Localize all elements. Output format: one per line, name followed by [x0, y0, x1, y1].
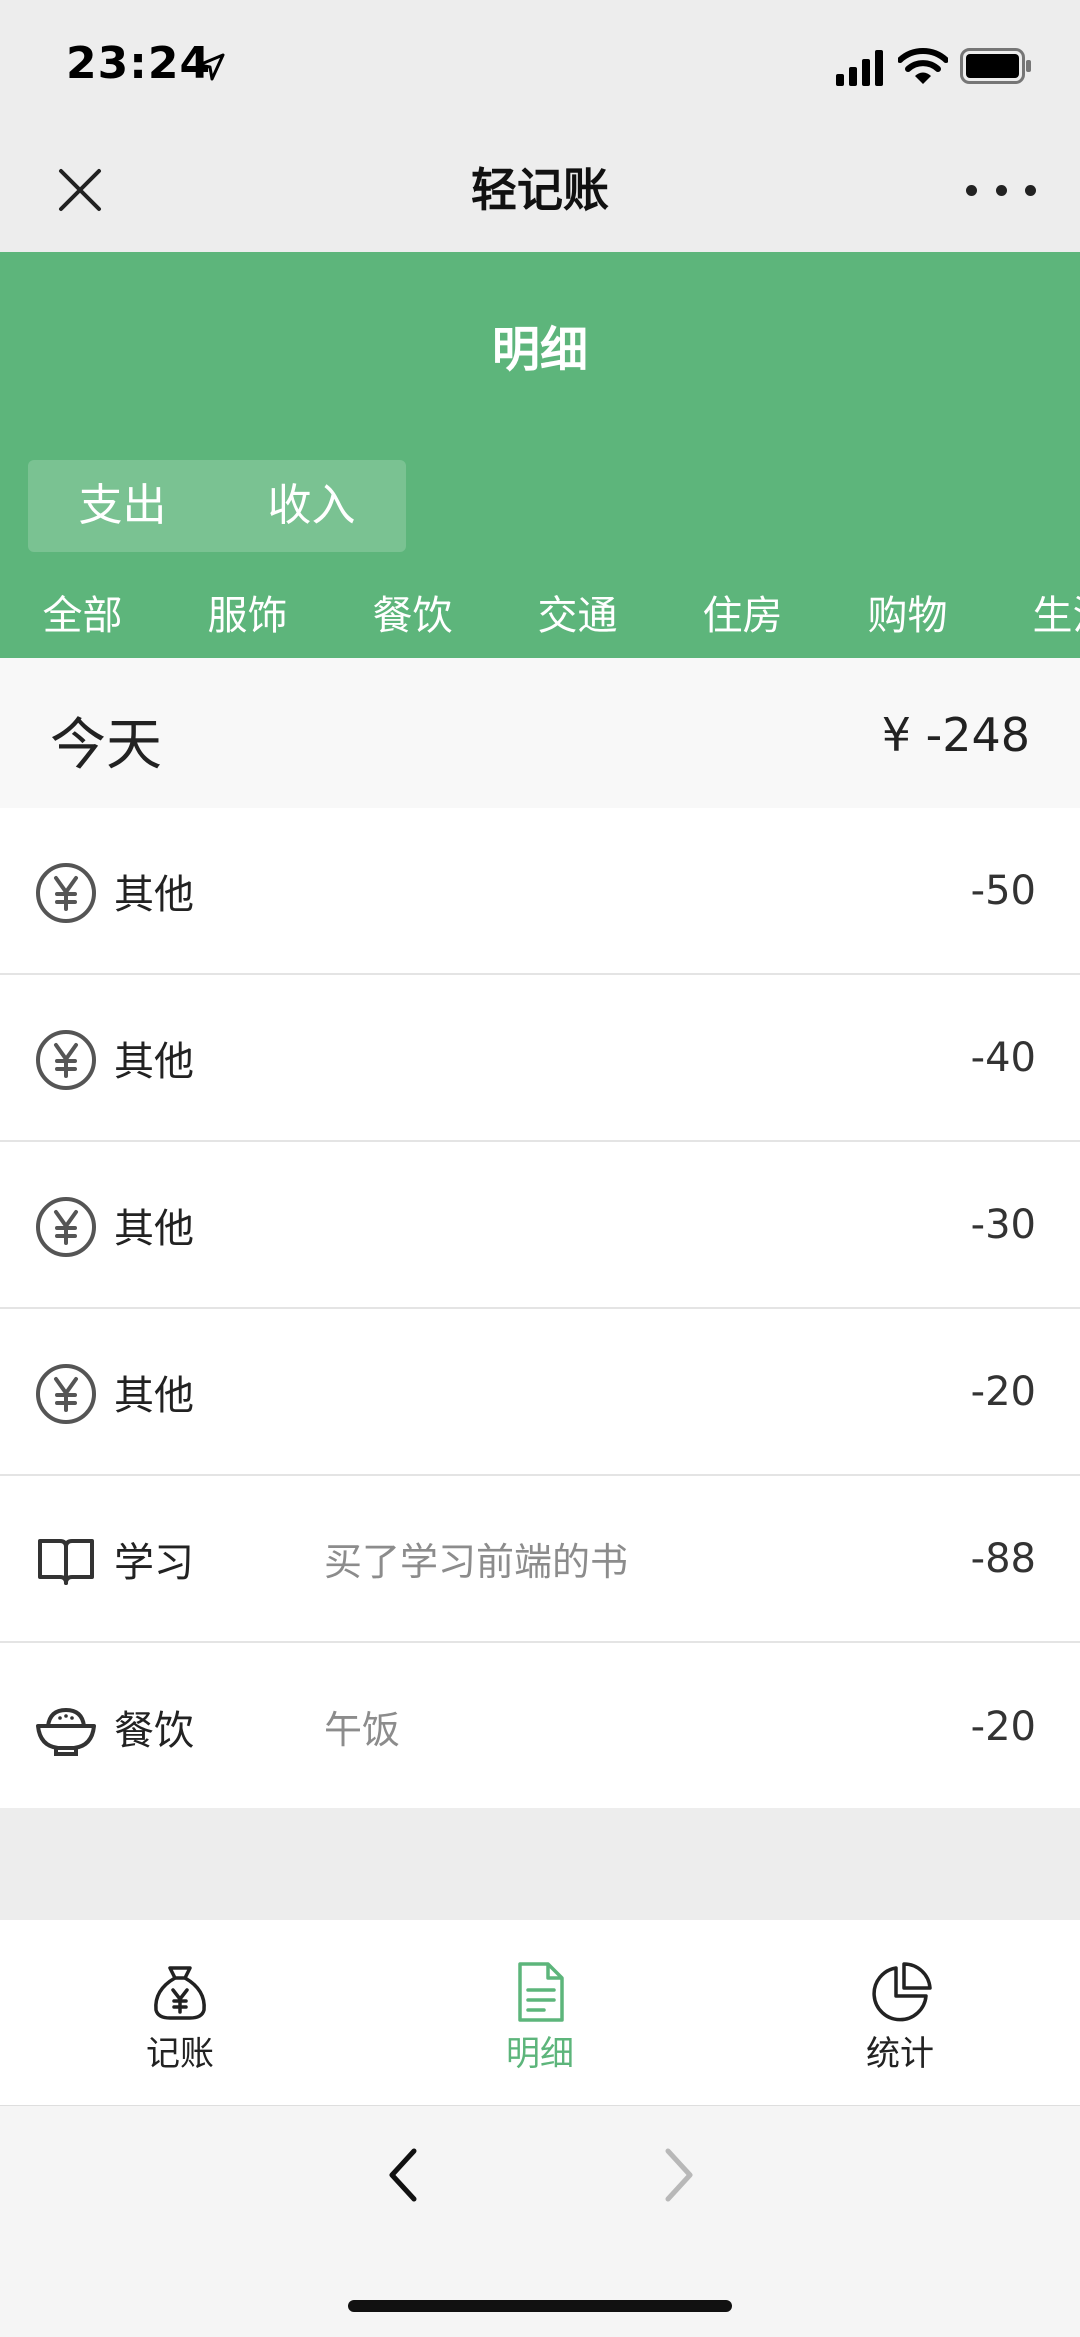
- record-category: 学习: [114, 1539, 194, 1586]
- record-category: 餐饮: [114, 1707, 194, 1754]
- record-amount: -30: [970, 1201, 1036, 1248]
- content-spacer: [0, 1808, 1080, 1920]
- list-item[interactable]: 其他 -30: [0, 1142, 1080, 1309]
- dot: [995, 184, 1007, 196]
- tab-clothing[interactable]: 服饰: [165, 586, 330, 658]
- tab-label: 统计: [866, 2034, 934, 2074]
- page-title: 轻记账: [471, 163, 609, 217]
- tab-transport[interactable]: 交通: [495, 586, 660, 658]
- record-category: 其他: [114, 871, 194, 918]
- header-title: 明细: [491, 322, 588, 378]
- list-item[interactable]: 其他 -50: [0, 808, 1080, 975]
- home-indicator: [348, 2300, 732, 2312]
- more-options-button[interactable]: [966, 170, 1036, 210]
- battery-icon: [960, 48, 1031, 84]
- list-item[interactable]: 学习 买了学习前端的书 -88: [0, 1476, 1080, 1643]
- yen-circle-icon: [36, 1030, 96, 1090]
- back-arrow-icon[interactable]: [378, 2145, 428, 2205]
- record-amount: -20: [970, 1368, 1036, 1415]
- tab-label: 明细: [506, 2034, 574, 2074]
- record-note: 午饭: [324, 1708, 401, 1752]
- type-toggle: 支出 收入: [28, 460, 406, 552]
- tab-label: 记账: [146, 2034, 214, 2074]
- tab-housing[interactable]: 住房: [660, 586, 825, 658]
- dot: [1025, 184, 1036, 196]
- list-item[interactable]: 其他 -20: [0, 1309, 1080, 1476]
- book-icon: [38, 1539, 94, 1585]
- tab-dining[interactable]: 餐饮: [330, 586, 495, 658]
- document-icon: [518, 1962, 564, 2022]
- signal-icon: [836, 50, 883, 86]
- money-bag-icon: [154, 1966, 206, 2020]
- record-category: 其他: [114, 1205, 194, 1252]
- yen-circle-icon: [36, 1197, 96, 1257]
- dot: [966, 184, 977, 196]
- yen-circle-icon: [36, 1364, 96, 1424]
- record-amount: -50: [970, 867, 1036, 914]
- tab-statistics[interactable]: 统计: [720, 1920, 1080, 2105]
- record-amount: -88: [970, 1535, 1036, 1582]
- record-category: 其他: [114, 1372, 194, 1419]
- list-item[interactable]: 其他 -40: [0, 975, 1080, 1142]
- wifi-icon: [898, 48, 948, 84]
- record-amount: -40: [970, 1034, 1036, 1081]
- record-note: 买了学习前端的书: [324, 1540, 629, 1584]
- category-tabs: 全部 服饰 餐饮 交通 住房 购物 生活: [0, 586, 1080, 658]
- day-label: 今天: [50, 713, 162, 778]
- close-button[interactable]: [50, 160, 110, 220]
- tab-all[interactable]: 全部: [0, 586, 165, 658]
- record-list: 其他 -50 其他 -40 其他 -30 其他 -20 学习 买了学习前端的书 …: [0, 808, 1080, 1810]
- bottom-tab-bar: 记账 明细 统计: [0, 1920, 1080, 2105]
- tab-living[interactable]: 生活: [990, 586, 1080, 658]
- tab-details[interactable]: 明细: [360, 1920, 720, 2105]
- expense-toggle-button[interactable]: 支出: [28, 460, 217, 552]
- day-total: ¥ -248: [881, 708, 1030, 762]
- record-amount: -20: [970, 1703, 1036, 1750]
- tab-bookkeeping[interactable]: 记账: [0, 1920, 360, 2105]
- close-icon: [59, 169, 101, 211]
- pie-chart-icon: [872, 1962, 932, 2022]
- list-item[interactable]: 餐饮 午饭 -20: [0, 1643, 1080, 1810]
- location-arrow-icon: [197, 53, 225, 81]
- income-toggle-button[interactable]: 收入: [217, 460, 406, 552]
- status-time: 23:24: [66, 38, 212, 89]
- yen-circle-icon: [36, 863, 96, 923]
- record-category: 其他: [114, 1038, 194, 1085]
- rice-bowl-icon: [36, 1707, 96, 1756]
- tab-shopping[interactable]: 购物: [825, 586, 990, 658]
- forward-arrow-icon[interactable]: [654, 2145, 704, 2205]
